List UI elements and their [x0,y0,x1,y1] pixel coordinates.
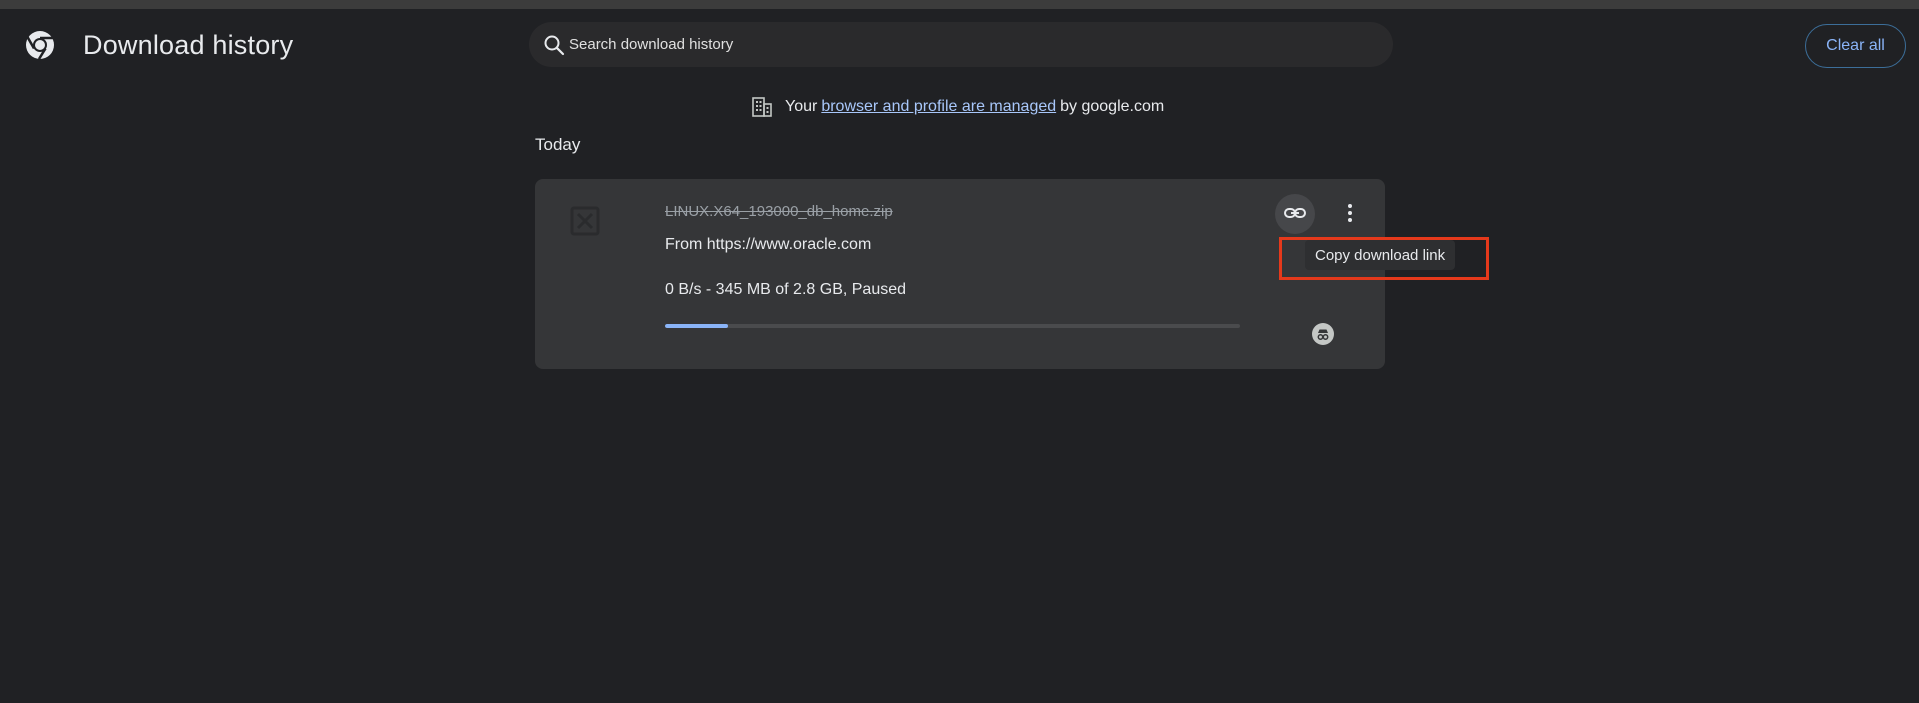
more-vert-icon [1347,203,1353,226]
file-error-icon [570,206,600,236]
search-input[interactable] [569,22,1369,67]
more-actions-button[interactable] [1335,194,1365,234]
download-item: LINUX.X64_193000_db_home.zip From https:… [535,179,1385,369]
section-header-today: Today [535,135,581,154]
search-box[interactable] [529,22,1393,67]
highlight-annotation [1279,237,1489,280]
progress-fill [665,324,729,328]
managed-info-link[interactable]: browser and profile are managed [821,98,1056,116]
building-icon [751,96,773,118]
download-status: 0 B/s - 345 MB of 2.8 GB, Paused [665,281,907,298]
clear-all-button[interactable]: Clear all [1805,24,1906,68]
progress-bar [665,324,1240,328]
chrome-logo-icon [24,29,56,61]
file-name-link[interactable]: LINUX.X64_193000_db_home.zip [665,203,893,220]
incognito-icon [1312,323,1334,345]
page-title: Download history [83,30,294,60]
managed-notice: Your browser and profile are managed by … [751,94,1164,120]
window-top-strip [0,0,1919,9]
page-header: Download history Clear all [0,9,1919,79]
managed-suffix: by google.com [1060,98,1165,115]
search-icon [543,34,565,56]
link-icon [1283,201,1307,228]
copy-download-link-button[interactable] [1275,194,1315,234]
managed-prefix: Your [785,98,818,115]
file-source: From https://www.oracle.com [665,236,872,253]
